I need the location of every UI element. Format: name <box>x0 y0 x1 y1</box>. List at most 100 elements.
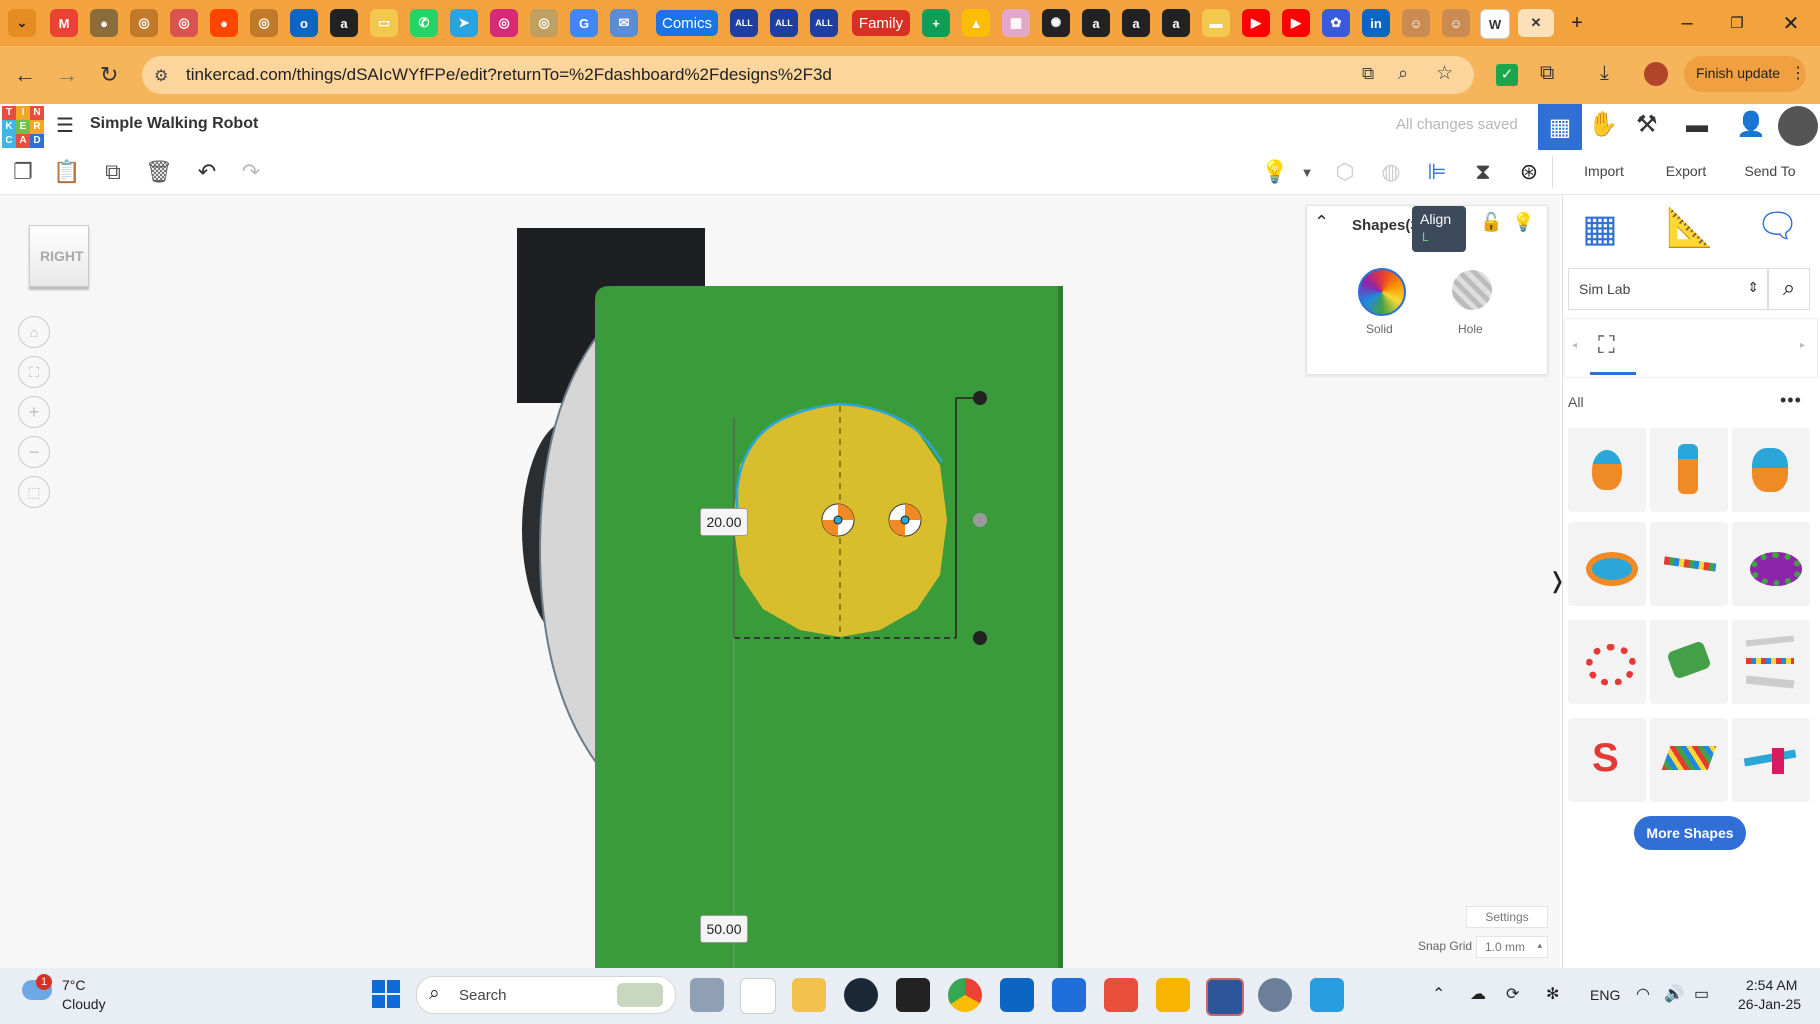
redo-icon[interactable]: ↷ <box>234 155 268 189</box>
tab-icon[interactable]: ☺ <box>1402 9 1430 37</box>
shape-tile[interactable] <box>1650 620 1728 704</box>
user-avatar[interactable] <box>1778 106 1818 146</box>
wikipedia-tab-icon[interactable]: W <box>1480 9 1510 39</box>
restore-icon[interactable]: ❐ <box>1722 10 1752 36</box>
fit-view-icon[interactable]: ⛶ <box>18 356 50 388</box>
snap-grid-select[interactable]: 1.0 mm ▴ <box>1476 936 1548 958</box>
telegram-tab-icon[interactable]: ➤ <box>450 9 478 37</box>
taskbar-search-box[interactable]: ⌕ Search <box>416 976 676 1014</box>
library-select[interactable]: Sim Lab ⇕ <box>1568 268 1768 310</box>
import-button[interactable]: Import <box>1570 154 1638 188</box>
new-tab-icon[interactable]: + <box>1562 10 1592 36</box>
height-dimension-input[interactable]: 20.00 <box>700 508 748 536</box>
tab-comics[interactable]: Comics <box>656 10 718 36</box>
tab-icon[interactable]: ▭ <box>370 9 398 37</box>
linkedin-tab-icon[interactable]: in <box>1362 9 1390 37</box>
gmail-tab-icon[interactable]: M <box>50 9 78 37</box>
instagram-tab-icon[interactable]: ◎ <box>490 9 518 37</box>
tab-search-icon[interactable]: ⌄ <box>8 9 36 37</box>
task-view-icon[interactable] <box>690 978 724 1012</box>
tray-chevron-icon[interactable]: ⌃ <box>1432 984 1445 1004</box>
url-text[interactable]: tinkercad.com/things/dSAIcWYfFPe/edit?re… <box>186 65 832 85</box>
weather-temp[interactable]: 7°C <box>62 977 86 993</box>
undo-icon[interactable]: ↶ <box>190 155 224 189</box>
tab-icon[interactable]: ◎ <box>250 9 278 37</box>
ruler-icon[interactable]: 📐 <box>1666 206 1713 250</box>
translate-tab-icon[interactable]: G <box>570 9 598 37</box>
shape-tile[interactable] <box>1650 428 1728 512</box>
photos-icon[interactable] <box>1310 978 1344 1012</box>
tinkercad-icon[interactable] <box>1104 978 1138 1012</box>
onedrive-icon[interactable]: ☁ <box>1470 984 1486 1004</box>
workplane-icon[interactable]: ▦ <box>1582 206 1618 251</box>
offset-dimension-input[interactable]: 50.00 <box>700 915 748 943</box>
sync-icon[interactable]: ⟳ <box>1506 984 1519 1004</box>
battery-icon[interactable]: ▭ <box>1694 984 1709 1004</box>
tab-icon[interactable]: ◎ <box>170 9 198 37</box>
reload-icon[interactable]: ↻ <box>100 62 118 88</box>
zoom-in-icon[interactable]: + <box>18 396 50 428</box>
active-tab-close-icon[interactable]: ✕ <box>1518 9 1554 37</box>
delete-icon[interactable]: 🗑 <box>142 155 176 189</box>
close-window-icon[interactable]: ✕ <box>1776 10 1806 36</box>
tab-icon[interactable]: ✉ <box>610 9 638 37</box>
solid-color-swatch[interactable] <box>1358 268 1406 316</box>
collapse-chevron-icon[interactable]: ⌃ <box>1314 212 1329 233</box>
settings-icon[interactable] <box>1258 978 1292 1012</box>
shape-tile[interactable] <box>1650 718 1728 802</box>
chatgpt-tab-icon[interactable]: ✺ <box>1042 9 1070 37</box>
bookmark-star-icon[interactable]: ☆ <box>1436 62 1453 85</box>
tab-icon[interactable]: ◎ <box>530 9 558 37</box>
amazon-tab-icon[interactable]: a <box>1082 9 1110 37</box>
design-title[interactable]: Simple Walking Robot <box>90 115 258 133</box>
tab-icon[interactable]: ▦ <box>1002 9 1030 37</box>
cruise-icon[interactable]: ⊛ <box>1512 155 1546 189</box>
zoom-out-icon[interactable]: − <box>18 436 50 468</box>
tab-icon[interactable]: ▬ <box>1202 9 1230 37</box>
perspective-icon[interactable]: ⬚ <box>18 476 50 508</box>
back-icon[interactable]: ← <box>14 62 36 88</box>
dropdown-caret-icon[interactable]: ▼ <box>1290 155 1324 189</box>
shape-tile[interactable]: S <box>1568 718 1646 802</box>
forward-icon[interactable]: → <box>56 62 78 88</box>
notes-icon[interactable]: 🗨 <box>1756 206 1799 246</box>
weather-desc[interactable]: Cloudy <box>62 996 106 1012</box>
resize-handle[interactable] <box>973 391 987 405</box>
clock-time[interactable]: 2:54 AM <box>1746 977 1797 993</box>
shape-tile[interactable] <box>1732 620 1810 704</box>
tab-icon[interactable]: ALL <box>810 9 838 37</box>
strip-right-chevron-icon[interactable]: ▸ <box>1800 340 1805 351</box>
hole-swatch[interactable] <box>1452 270 1492 310</box>
shape-tile[interactable] <box>1568 620 1646 704</box>
pivot-marker[interactable] <box>888 503 922 537</box>
note-lightbulb-icon[interactable]: 💡 <box>1258 155 1292 189</box>
paste-icon[interactable]: 📋 <box>50 155 84 189</box>
home-view-icon[interactable]: ⌂ <box>18 316 50 348</box>
outlook-tab-icon[interactable]: o <box>290 9 318 37</box>
bluetooth-icon[interactable]: ✻ <box>1546 984 1559 1004</box>
add-user-icon[interactable]: 👤 <box>1736 110 1766 139</box>
group-icon[interactable]: ⬡ <box>1328 155 1362 189</box>
tab-icon[interactable]: ALL <box>730 9 758 37</box>
category-shapes-icon[interactable]: ⛶ <box>1598 332 1615 360</box>
tinkercad-logo[interactable]: T I N K E R C A D <box>2 106 44 148</box>
zoom-icon[interactable]: ⌕ <box>1398 63 1408 84</box>
design-list-icon[interactable]: ☰ <box>56 113 74 138</box>
amazon-tab-icon[interactable]: a <box>330 9 358 37</box>
shape-tile[interactable] <box>1568 522 1646 606</box>
reddit-tab-icon[interactable]: ● <box>210 9 238 37</box>
open-in-app-icon[interactable]: ⧉ <box>1362 64 1374 84</box>
view-cube[interactable]: RIGHT <box>29 225 89 287</box>
tab-icon[interactable]: ● <box>90 9 118 37</box>
store-icon[interactable] <box>740 978 776 1014</box>
more-shapes-button[interactable]: More Shapes <box>1634 816 1746 850</box>
robot-model[interactable] <box>480 220 1080 970</box>
amazon-tab-icon[interactable]: a <box>1122 9 1150 37</box>
start-windows-icon[interactable] <box>372 980 400 1008</box>
shape-tile[interactable] <box>1732 428 1810 512</box>
steam-icon[interactable] <box>844 978 878 1012</box>
winamp-icon[interactable] <box>1156 978 1190 1012</box>
clock-date[interactable]: 26-Jan-25 <box>1738 996 1801 1012</box>
finish-update-button[interactable]: Finish update ⋮ <box>1684 56 1806 92</box>
file-explorer-icon[interactable] <box>792 978 826 1012</box>
